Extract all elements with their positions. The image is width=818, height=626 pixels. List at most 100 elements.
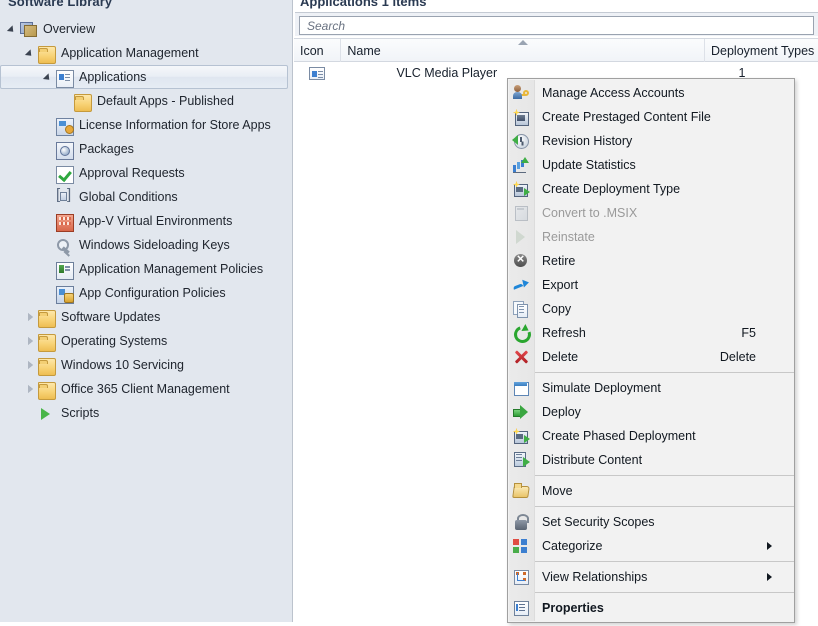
sidebar-item-global-conditions[interactable]: Global Conditions (0, 185, 292, 209)
sidebar-item-label: Operating Systems (61, 334, 168, 348)
sidebar-item-windows-sideloading-keys[interactable]: Windows Sideloading Keys (0, 233, 292, 257)
sidebar-item-label: Application Management (61, 46, 199, 60)
expand-collapse-icon-expanded[interactable] (42, 65, 56, 89)
expand-collapse-icon-collapsed[interactable] (24, 353, 38, 377)
update-statistics-icon (513, 157, 529, 173)
menu-item-categorize[interactable]: Categorize (508, 534, 794, 558)
sidebar-item-packages[interactable]: Packages (0, 137, 292, 161)
menu-item-icon-wrap (508, 273, 534, 297)
menu-item-icon-wrap (508, 225, 534, 249)
menu-item-icon-wrap (508, 424, 534, 448)
menu-item-label: Copy (542, 302, 572, 316)
sidebar-item-operating-systems[interactable]: Operating Systems (0, 329, 292, 353)
menu-separator (535, 506, 794, 507)
menu-item-icon-wrap (508, 596, 534, 620)
sidebar-item-app-v-virtual-environments[interactable]: App-V Virtual Environments (0, 209, 292, 233)
menu-item-label: Refresh (542, 326, 586, 340)
menu-separator (535, 372, 794, 373)
menu-item-refresh[interactable]: Refresh F5 (508, 321, 794, 345)
search-box[interactable] (299, 16, 814, 35)
sidebar-item-license-information-for-store-apps[interactable]: License Information for Store Apps (0, 113, 292, 137)
folder-icon (74, 94, 92, 112)
sidebar-item-overview[interactable]: Overview (0, 17, 292, 41)
menu-item-icon-wrap (508, 510, 534, 534)
folder-icon (38, 382, 56, 400)
menu-item-icon-wrap (508, 201, 534, 225)
menu-item-delete[interactable]: Delete Delete (508, 345, 794, 369)
folder-icon (38, 310, 56, 328)
sidebar-item-applications[interactable]: Applications (0, 65, 292, 89)
menu-item-deploy[interactable]: Deploy (508, 400, 794, 424)
menu-item-simulate-deployment[interactable]: Simulate Deployment (508, 376, 794, 400)
folder-icon (38, 334, 56, 352)
column-header-icon-label: Icon (300, 43, 324, 58)
sidebar-item-windows-10-servicing[interactable]: Windows 10 Servicing (0, 353, 292, 377)
menu-item-label: Set Security Scopes (542, 515, 655, 529)
menu-item-icon-wrap (508, 153, 534, 177)
sidebar-item-scripts[interactable]: Scripts (0, 401, 292, 425)
menu-item-view-relationships[interactable]: View Relationships (508, 565, 794, 589)
menu-item-convert-to-msix: Convert to .MSIX (508, 201, 794, 225)
menu-item-distribute-content[interactable]: Distribute Content (508, 448, 794, 472)
move-icon (513, 483, 529, 499)
menu-item-retire[interactable]: Retire (508, 249, 794, 273)
sidebar-item-default-apps-published[interactable]: Default Apps - Published (0, 89, 292, 113)
sidebar-item-application-management[interactable]: Application Management (0, 41, 292, 65)
sidebar-item-label: App-V Virtual Environments (79, 214, 233, 228)
sidebar-item-app-configuration-policies[interactable]: App Configuration Policies (0, 281, 292, 305)
search-bar (295, 12, 818, 36)
sidebar-item-label: App Configuration Policies (79, 286, 226, 300)
expand-collapse-icon-collapsed[interactable] (24, 329, 38, 353)
column-header-name[interactable]: Name (341, 39, 705, 62)
expand-collapse-icon-expanded[interactable] (6, 17, 20, 41)
menu-item-label: Revision History (542, 134, 633, 148)
sidebar-item-label: Packages (79, 142, 134, 156)
revision-history-icon (512, 133, 529, 149)
menu-item-label: Manage Access Accounts (542, 86, 685, 100)
menu-item-set-security-scopes[interactable]: Set Security Scopes (508, 510, 794, 534)
menu-item-icon-wrap (508, 129, 534, 153)
sidebar-item-application-management-policies[interactable]: Application Management Policies (0, 257, 292, 281)
navigation-tree[interactable]: Overview Application Management Applicatio… (0, 17, 292, 425)
copy-icon (513, 301, 529, 318)
manage-access-accounts-icon (513, 85, 529, 101)
sidebar-item-label: Applications (79, 70, 147, 84)
expand-collapse-icon-collapsed[interactable] (24, 377, 38, 401)
search-input[interactable] (305, 17, 813, 34)
menu-item-create-prestaged-content-file[interactable]: Create Prestaged Content File (508, 105, 794, 129)
menu-item-revision-history[interactable]: Revision History (508, 129, 794, 153)
properties-icon (513, 600, 529, 616)
menu-item-properties[interactable]: Properties (508, 596, 794, 620)
menu-item-move[interactable]: Move (508, 479, 794, 503)
global-conditions-icon (56, 186, 74, 208)
menu-item-create-deployment-type[interactable]: Create Deployment Type (508, 177, 794, 201)
menu-item-export[interactable]: Export (508, 273, 794, 297)
menu-item-create-phased-deployment[interactable]: Create Phased Deployment (508, 424, 794, 448)
menu-item-label: Properties (542, 601, 604, 615)
menu-item-label: Update Statistics (542, 158, 636, 172)
column-header-deployment-types[interactable]: Deployment Types (705, 39, 818, 62)
sidebar-item-label: Windows 10 Servicing (61, 358, 184, 372)
sidebar-item-software-updates[interactable]: Software Updates (0, 305, 292, 329)
menu-item-icon-wrap (508, 448, 534, 472)
expand-collapse-icon-expanded[interactable] (24, 41, 38, 65)
column-header-icon[interactable]: Icon (294, 39, 342, 62)
create-prestaged-content-icon (513, 109, 529, 126)
expand-collapse-icon-collapsed[interactable] (24, 305, 38, 329)
menu-item-shortcut: Delete (719, 350, 756, 364)
column-header-name-label: Name (347, 43, 381, 58)
sidebar-item-office-365-client-management[interactable]: Office 365 Client Management (0, 377, 292, 401)
context-menu[interactable]: Manage Access Accounts Create Prestaged C… (507, 78, 795, 623)
menu-item-label: Move (542, 484, 573, 498)
menu-item-icon-wrap (508, 177, 534, 201)
sort-ascending-icon (517, 40, 528, 45)
menu-item-manage-access-accounts[interactable]: Manage Access Accounts (508, 81, 794, 105)
sidebar-item-label: Application Management Policies (79, 262, 264, 276)
list-column-headers: Icon Name Deployment Types (294, 38, 818, 62)
menu-item-update-statistics[interactable]: Update Statistics (508, 153, 794, 177)
menu-separator (535, 592, 794, 593)
sidebar-item-approval-requests[interactable]: Approval Requests (0, 161, 292, 185)
menu-item-copy[interactable]: Copy (508, 297, 794, 321)
